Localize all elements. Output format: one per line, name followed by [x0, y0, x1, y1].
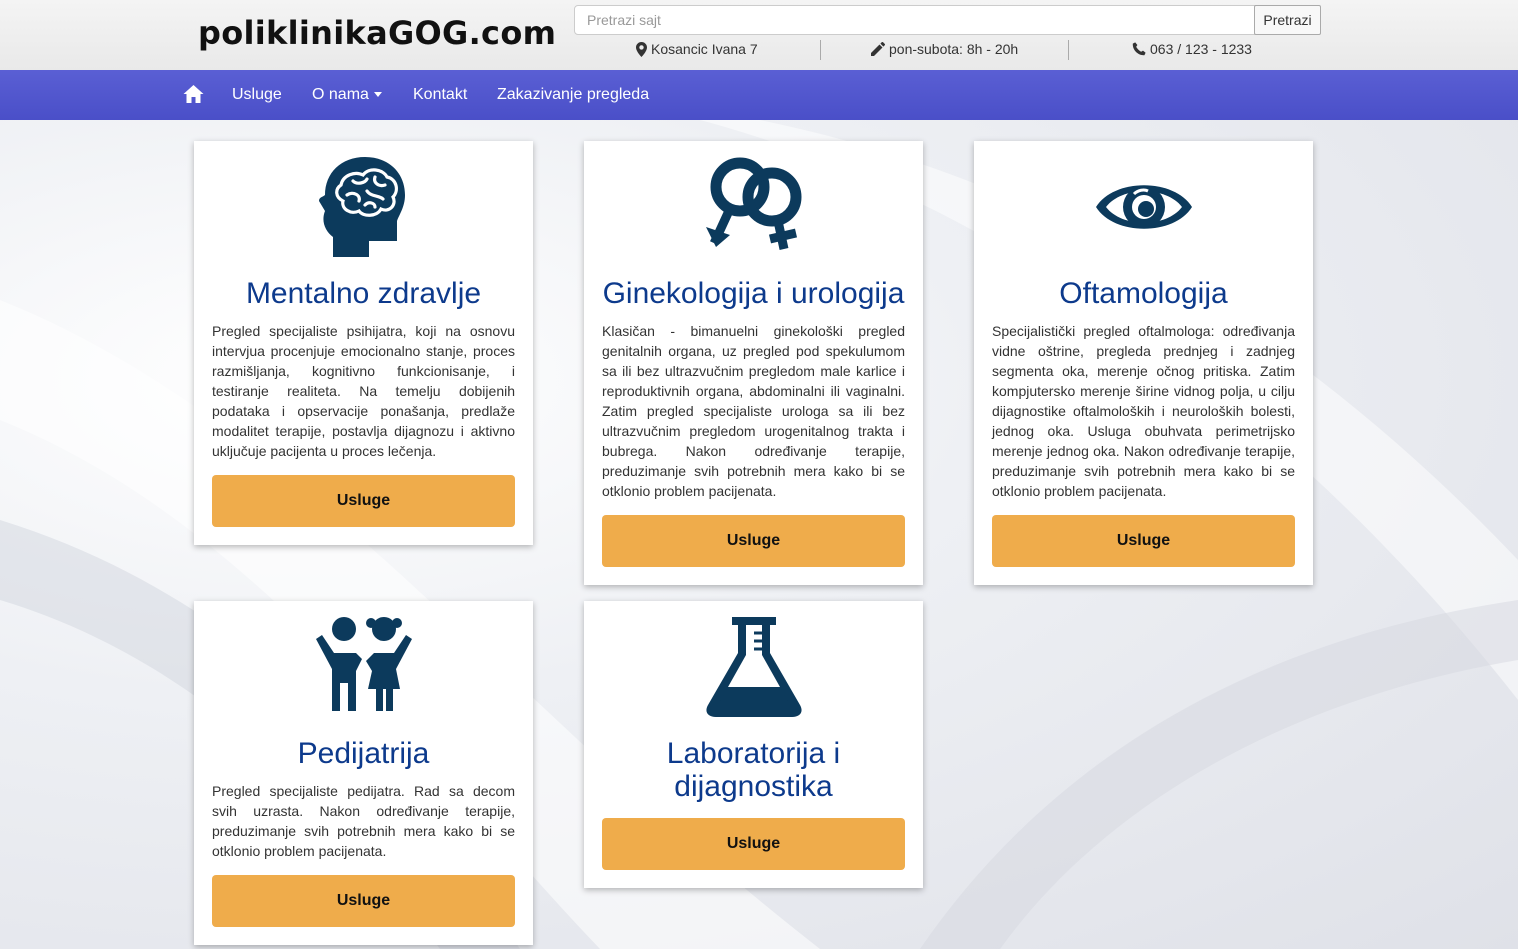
flask-icon: [705, 617, 802, 717]
top-header: poliklinikaGOG.com Pretrazi Kosancic Iva…: [0, 0, 1518, 70]
divider: [820, 40, 821, 60]
usluge-button[interactable]: Usluge: [212, 875, 515, 927]
search-button[interactable]: Pretrazi: [1254, 5, 1321, 35]
card-description: Pregled specijaliste pedijatra. Rad sa d…: [212, 783, 515, 859]
address-info: Kosancic Ivana 7: [636, 41, 758, 57]
usluge-button[interactable]: Usluge: [212, 475, 515, 527]
site-logo[interactable]: poliklinikaGOG.com: [198, 14, 556, 52]
card-description: Pregled specijaliste psihijatra, koji na…: [212, 323, 515, 459]
card-title: Oftamologija: [1059, 277, 1228, 310]
card-title: Ginekologija i urologija: [602, 277, 905, 310]
usluge-button[interactable]: Usluge: [602, 515, 905, 567]
nav-item-label: O nama: [312, 86, 369, 103]
card-description: Specijalistički pregled oftalmologa: odr…: [992, 323, 1295, 499]
hours-info: pon-subota: 8h - 20h: [871, 41, 1018, 57]
pencil-icon: [871, 42, 885, 56]
usluge-button[interactable]: Usluge: [602, 818, 905, 870]
service-card-pediatrics: Pedijatrija Pregled specijaliste pedijat…: [194, 601, 533, 945]
service-card-mental-health: Mentalno zdravlje Pregled specijaliste p…: [194, 141, 533, 545]
home-icon[interactable]: [183, 84, 204, 104]
phone-text: 063 / 123 - 1233: [1150, 41, 1252, 57]
phone-info: 063 / 123 - 1233: [1132, 41, 1252, 57]
caret-down-icon: [373, 92, 382, 98]
card-description: Klasičan - bimanuelni ginekološki pregle…: [602, 323, 905, 499]
nav-item-o-nama[interactable]: O nama: [312, 70, 382, 120]
service-card-gynecology-urology: Ginekologija i urologija Klasičan - bima…: [584, 141, 923, 585]
divider: [1068, 40, 1069, 60]
usluge-button[interactable]: Usluge: [992, 515, 1295, 567]
service-card-ophthalmology: Oftamologija Specijalistički pregled oft…: [974, 141, 1313, 585]
service-card-laboratory: Laboratorija i dijagnostika Usluge: [584, 601, 923, 888]
nav-item-usluge[interactable]: Usluge: [232, 70, 282, 120]
card-title: Laboratorija i dijagnostika: [666, 737, 841, 803]
address-text: Kosancic Ivana 7: [651, 41, 758, 57]
card-title: Pedijatrija: [297, 737, 430, 770]
nav-item-zakazivanje[interactable]: Zakazivanje pregleda: [497, 70, 649, 120]
card-title: Mentalno zdravlje: [245, 277, 482, 310]
map-pin-icon: [636, 41, 647, 57]
phone-icon: [1132, 42, 1146, 56]
brain-head-icon: [318, 157, 405, 257]
eye-icon: [1095, 185, 1192, 229]
gender-symbols-icon: [705, 157, 801, 250]
search-input[interactable]: [574, 5, 1260, 35]
nav-item-kontakt[interactable]: Kontakt: [413, 70, 467, 120]
hours-text: pon-subota: 8h - 20h: [889, 41, 1019, 57]
main-navbar: Usluge O nama Kontakt Zakazivanje pregle…: [0, 70, 1518, 120]
children-icon: [315, 617, 412, 711]
